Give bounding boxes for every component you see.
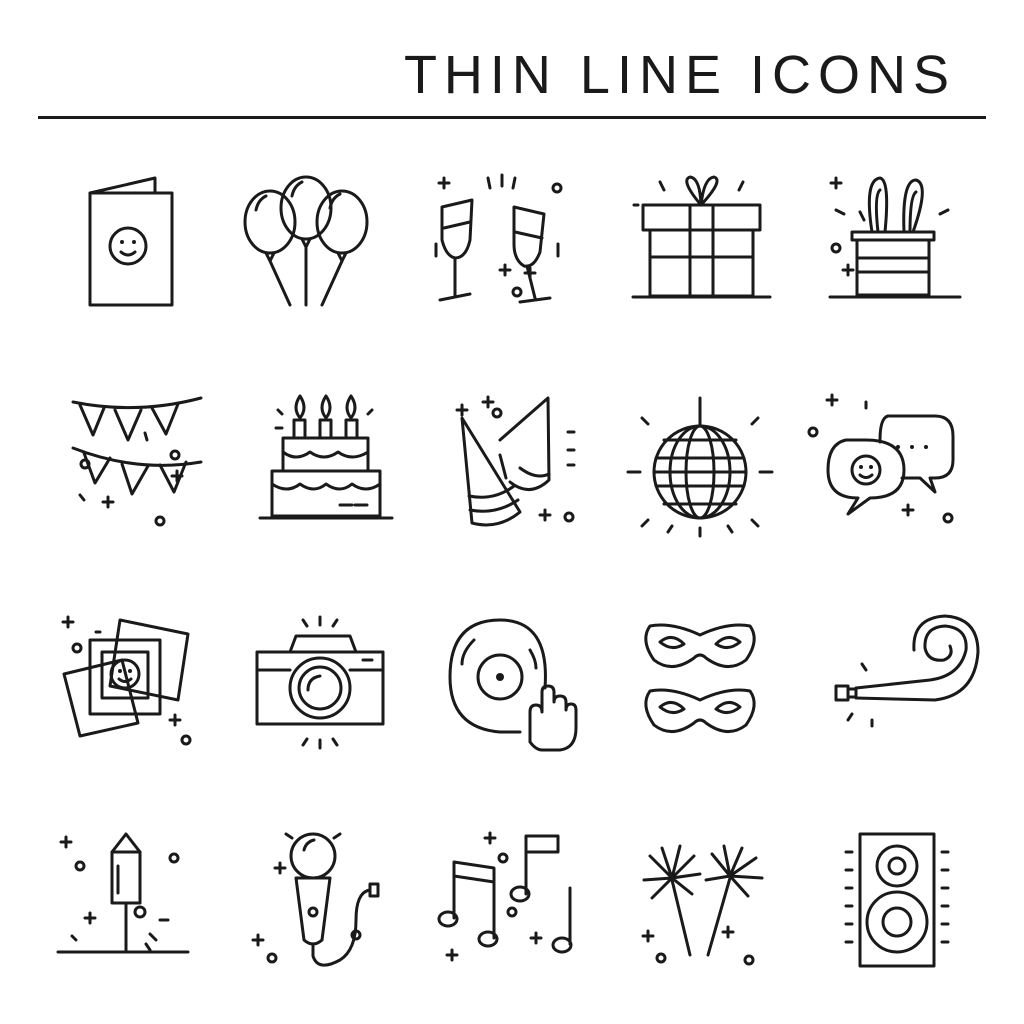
speaker-icon	[844, 832, 950, 968]
dj-vinyl-icon	[448, 618, 578, 752]
camera-icon	[255, 615, 385, 750]
sparklers-icon	[641, 844, 764, 966]
photos-icon	[61, 615, 192, 746]
garland-icon	[71, 396, 203, 527]
birthday-cake-icon	[258, 394, 394, 520]
carnival-masks-icon	[644, 623, 756, 733]
magic-hat-icon	[828, 176, 962, 299]
icon-sheet	[56, 173, 980, 968]
music-notes-icon	[437, 831, 573, 962]
balloons-icon	[243, 175, 369, 307]
chat-bubbles-icon	[807, 393, 955, 524]
greeting-card-icon	[88, 176, 174, 307]
disco-ball-icon	[626, 396, 774, 538]
microphone-icon	[251, 832, 380, 967]
party-hats-icon	[455, 395, 576, 527]
gift-box-icon	[631, 175, 772, 299]
firework-rocket-icon	[56, 832, 190, 954]
party-horn-icon	[834, 614, 980, 728]
champagne-glasses-icon	[434, 173, 563, 304]
